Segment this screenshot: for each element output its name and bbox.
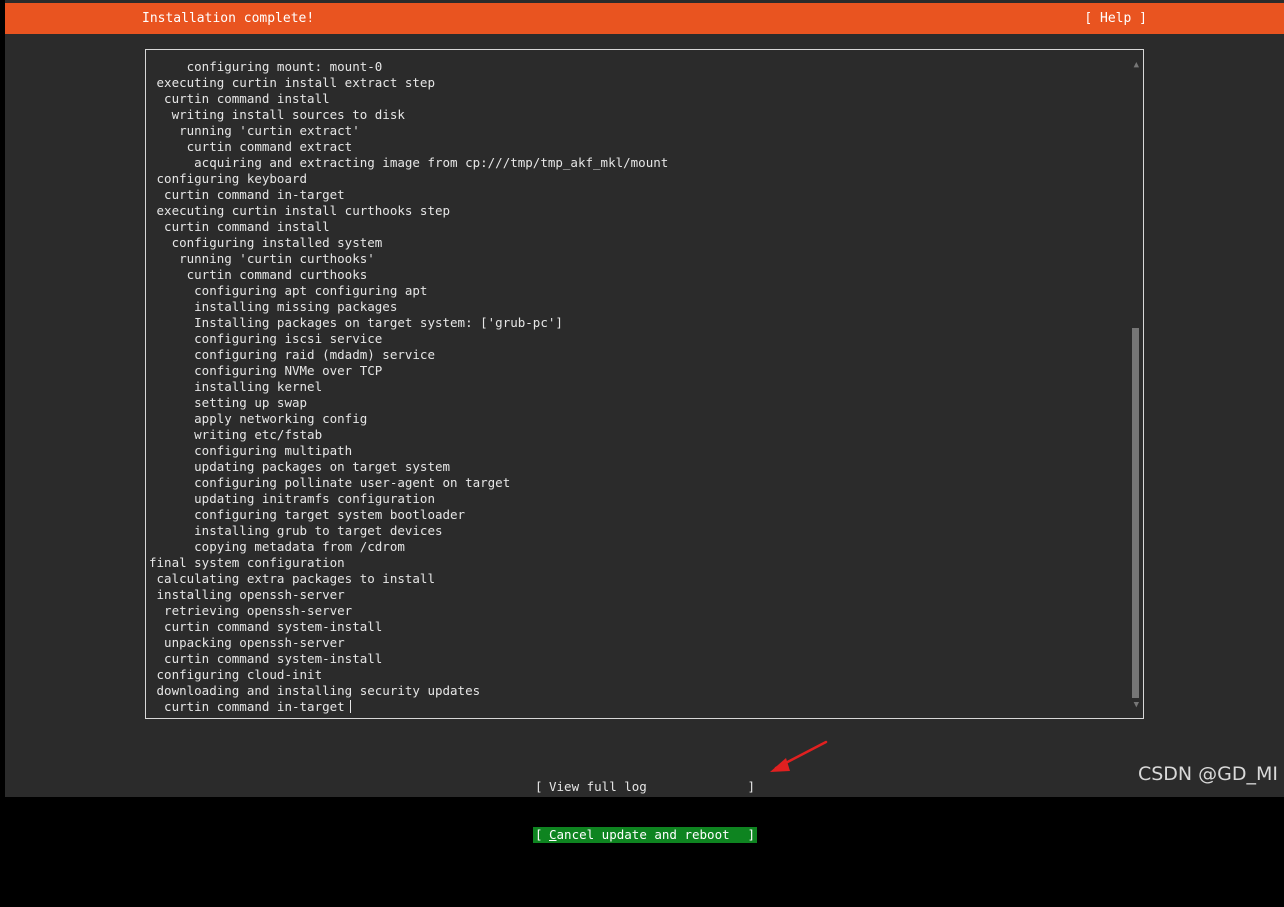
log-line: configuring mount: mount-0 <box>149 59 383 74</box>
log-line: configuring keyboard <box>149 171 308 186</box>
log-line: configuring pollinate user-agent on targ… <box>149 475 511 490</box>
log-line: writing install sources to disk <box>149 107 405 122</box>
log-line: curtin command install <box>149 219 330 234</box>
scroll-up-icon[interactable]: ▲ <box>1134 60 1139 70</box>
log-line: acquiring and extracting image from cp:/… <box>149 155 669 170</box>
log-line: running 'curtin curthooks' <box>149 251 375 266</box>
bracket-left: [ <box>535 827 543 842</box>
page-title: Installation complete! <box>142 11 315 26</box>
log-line: executing curtin install curthooks step <box>149 203 451 218</box>
action-buttons: [ View full log ] [ Cancel update and re… <box>533 747 757 859</box>
log-line: unpacking openssh-server <box>149 635 345 650</box>
view-full-log-label: View full log <box>549 779 647 794</box>
scroll-down-icon[interactable]: ▼ <box>1134 700 1139 710</box>
log-line: running 'curtin extract' <box>149 123 360 138</box>
log-line: updating packages on target system <box>149 459 451 474</box>
log-line: configuring iscsi service <box>149 331 383 346</box>
log-line: configuring multipath <box>149 443 353 458</box>
log-line: retrieving openssh-server <box>149 603 353 618</box>
hotkey-letter: C <box>549 827 557 842</box>
cancel-update-and-reboot-label: Cancel update and reboot <box>549 827 730 843</box>
label-rest: ancel update and reboot <box>556 827 730 842</box>
log-line: configuring NVMe over TCP <box>149 363 383 378</box>
log-line: curtin command system-install <box>149 651 383 666</box>
log-line: configuring target system bootloader <box>149 507 466 522</box>
log-line: final system configuration <box>149 555 345 570</box>
scrollbar-thumb[interactable] <box>1132 328 1139 698</box>
bracket-left: [ <box>535 779 543 794</box>
help-button[interactable]: [ Help ] <box>1084 11 1147 26</box>
log-line: executing curtin install extract step <box>149 75 435 90</box>
log-line: curtin command in-target <box>149 187 345 202</box>
log-line: installing missing packages <box>149 299 398 314</box>
bracket-right: ] <box>747 779 755 794</box>
log-line-text: curtin command in-target <box>149 699 345 714</box>
log-line: curtin command in-target <box>149 699 668 715</box>
header-bar: Installation complete! [ Help ] <box>5 3 1284 34</box>
log-line: configuring installed system <box>149 235 383 250</box>
log-list: configuring mount: mount-0 executing cur… <box>149 59 668 715</box>
log-line: configuring apt configuring apt <box>149 283 428 298</box>
log-line: configuring raid (mdadm) service <box>149 347 435 362</box>
log-line: configuring cloud-init <box>149 667 323 682</box>
log-line: downloading and installing security upda… <box>149 683 481 698</box>
log-line: curtin command extract <box>149 139 353 154</box>
log-line: curtin command install <box>149 91 330 106</box>
log-line: curtin command curthooks <box>149 267 368 282</box>
cancel-update-and-reboot-button[interactable]: [ Cancel update and reboot ] <box>533 827 757 843</box>
log-line: updating initramfs configuration <box>149 491 435 506</box>
log-line: curtin command system-install <box>149 619 383 634</box>
install-log-panel[interactable]: configuring mount: mount-0 executing cur… <box>145 49 1144 719</box>
log-line: installing kernel <box>149 379 323 394</box>
bracket-right: ] <box>747 827 755 842</box>
log-line: calculating extra packages to install <box>149 571 435 586</box>
log-line: copying metadata from /cdrom <box>149 539 405 554</box>
log-line: apply networking config <box>149 411 368 426</box>
watermark: CSDN @GD_MI <box>1137 763 1278 785</box>
log-line: setting up swap <box>149 395 308 410</box>
log-line: Installing packages on target system: ['… <box>149 315 563 330</box>
log-line: installing openssh-server <box>149 587 345 602</box>
annotation-arrow-icon <box>770 740 828 772</box>
log-line: writing etc/fstab <box>149 427 323 442</box>
log-line: installing grub to target devices <box>149 523 443 538</box>
text-cursor <box>349 700 351 713</box>
view-full-log-button[interactable]: [ View full log ] <box>533 779 757 795</box>
